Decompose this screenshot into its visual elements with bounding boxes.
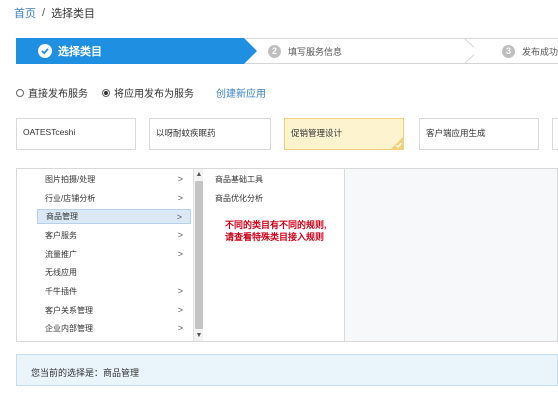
breadcrumb-home-link[interactable]: 首页 [14, 5, 36, 21]
radio-direct-publish[interactable]: 直接发布服务 [16, 85, 88, 100]
chevron-right-icon: > [177, 193, 183, 203]
category-item[interactable]: 无线应用 [37, 265, 191, 280]
checkmark-icon [38, 44, 52, 58]
category-item[interactable]: 行业/店铺分析 > [37, 191, 191, 206]
step-3-label: 发布成功 [522, 46, 558, 57]
radio-unchecked-icon [16, 88, 24, 97]
radio-checked-icon [102, 88, 110, 97]
category-item[interactable]: 客户关系管理 > [37, 303, 191, 318]
app-card-selected[interactable]: 促销管理设计 [284, 118, 404, 150]
breadcrumb-separator: / [42, 7, 46, 19]
category-selector: 图片拍摄/处理 > 行业/店铺分析 > 商品管理 > 客户服务 > 流量推广 >… [16, 168, 558, 342]
chevron-right-icon: > [177, 174, 183, 184]
category-label: 客户服务 [45, 231, 77, 240]
scroll-up-icon[interactable]: ▲ [195, 170, 203, 179]
tertiary-category-panel [345, 169, 557, 341]
chevron-right-icon: > [177, 230, 183, 240]
scroll-down-icon[interactable]: ▼ [195, 331, 203, 340]
step-publish-success: 3 发布成功 [474, 38, 558, 64]
publish-options: 直接发布服务 将应用发布为服务 创建新应用 [16, 85, 266, 100]
category-item[interactable]: 企业内部管理 > [37, 321, 191, 336]
app-card-list: OATESTceshi 以呀耐蚊疾眠药 促销管理设计 客户端应用生成 [16, 118, 558, 150]
category-item[interactable]: 图片拍摄/处理 > [37, 172, 191, 187]
step-3-number: 3 [502, 44, 515, 58]
category-label: 千牛插件 [45, 287, 77, 296]
chevron-right-icon: > [176, 212, 182, 222]
secondary-category-list: 商品基础工具 商品优化分析 不同的类目有不同的规则, 请查看特殊类目接入规则 [203, 169, 345, 341]
radio-app-label: 将应用发布为服务 [114, 89, 194, 100]
step-1-label: 选择类目 [58, 46, 102, 58]
current-selection-text: 您当前的选择是：商品管理 [31, 368, 140, 378]
rules-note-line1: 不同的类目有不同的规则, [225, 220, 327, 230]
category-label: 无线应用 [45, 268, 77, 277]
radio-direct-label: 直接发布服务 [28, 89, 88, 100]
chevron-right-icon: > [177, 305, 183, 315]
app-card-name: OATESTceshi [23, 127, 76, 137]
category-item[interactable]: 流量推广 > [37, 247, 191, 262]
breadcrumb-current: 选择类目 [51, 8, 96, 20]
create-app-link[interactable]: 创建新应用 [216, 85, 266, 100]
app-card-partial[interactable] [552, 118, 558, 150]
primary-category-list: 图片拍摄/处理 > 行业/店铺分析 > 商品管理 > 客户服务 > 流量推广 >… [37, 169, 193, 341]
category-scrollbar[interactable]: ▲ ▼ [193, 169, 203, 341]
chevron-right-icon: > [177, 323, 183, 333]
radio-app-publish[interactable]: 将应用发布为服务 [102, 85, 194, 100]
app-card-name: 促销管理设计 [291, 128, 343, 138]
category-label: 客户关系管理 [45, 306, 93, 315]
app-card[interactable]: 以呀耐蚊疾眠药 [149, 118, 271, 150]
category-label: 行业/店铺分析 [45, 194, 96, 203]
chevron-right-icon: > [177, 286, 183, 296]
app-card-name: 客户端应用生成 [426, 128, 486, 138]
subcategory-item[interactable]: 商品优化分析 [203, 191, 343, 206]
category-label: 商品管理 [46, 212, 78, 221]
app-card-name: 以呀耐蚊疾眠药 [156, 128, 216, 138]
category-label: 企业内部管理 [45, 324, 93, 333]
selected-corner-check-icon [391, 137, 403, 149]
step-progress: 2 填写服务信息 3 发布成功 选择类目 [16, 38, 558, 64]
scrollbar-thumb[interactable] [195, 181, 203, 329]
step-2-label: 填写服务信息 [288, 46, 343, 57]
category-item[interactable]: 千牛插件 > [37, 284, 191, 299]
subcategory-item[interactable]: 商品基础工具 [203, 172, 343, 187]
rules-note: 不同的类目有不同的规则, 请查看特殊类目接入规则 [225, 219, 365, 243]
rules-note-line2: 请查看特殊类目接入规则 [225, 232, 325, 242]
step-2-number: 2 [268, 44, 281, 58]
step-fill-info: 2 填写服务信息 [244, 38, 474, 64]
category-item[interactable]: 客户服务 > [37, 228, 191, 243]
current-selection-bar: 您当前的选择是：商品管理 [16, 354, 558, 386]
category-label: 流量推广 [45, 250, 77, 259]
subcategory-label: 商品优化分析 [215, 194, 263, 203]
subcategory-label: 商品基础工具 [215, 175, 263, 184]
app-card[interactable]: 客户端应用生成 [419, 118, 539, 150]
breadcrumb: 首页 / 选择类目 [14, 5, 95, 21]
category-item-active[interactable]: 商品管理 > [37, 209, 191, 224]
step-select-category: 选择类目 [16, 38, 257, 64]
category-label: 图片拍摄/处理 [45, 175, 96, 184]
chevron-right-icon: > [177, 249, 183, 259]
app-card[interactable]: OATESTceshi [16, 118, 136, 150]
